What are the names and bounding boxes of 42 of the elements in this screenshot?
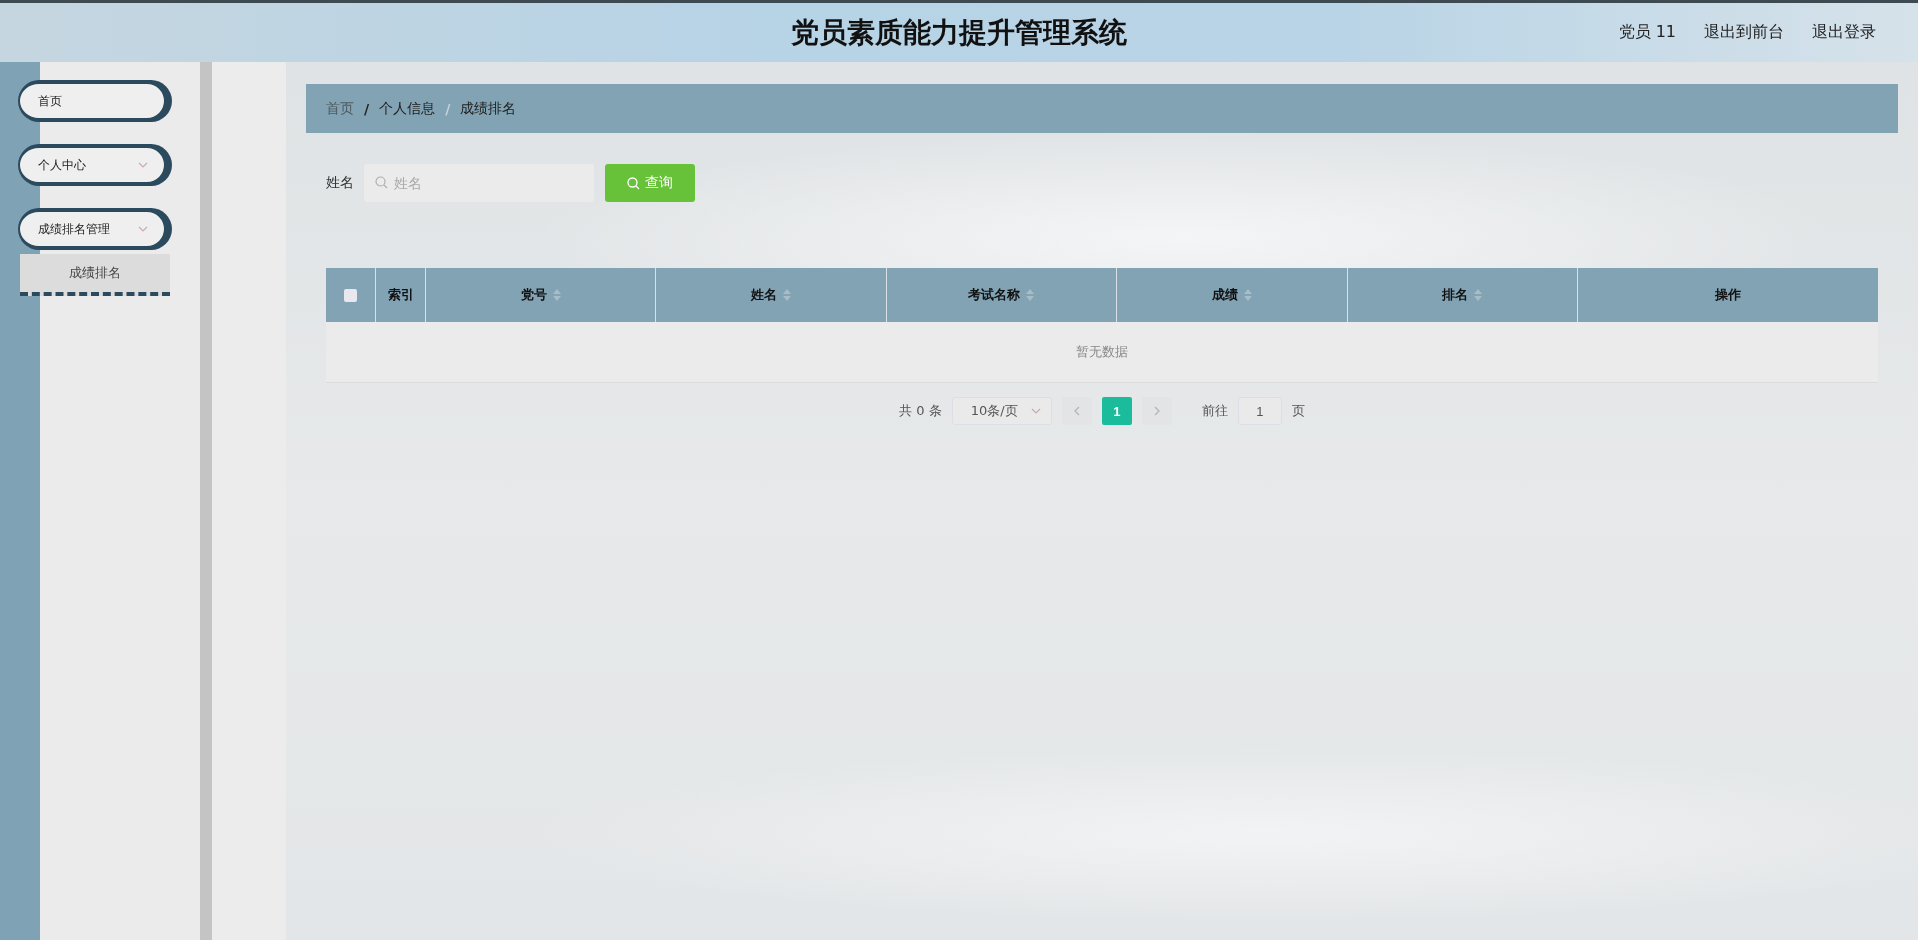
header-link[interactable]: 退出登录 [1812, 22, 1876, 43]
breadcrumb-separator: / [445, 100, 451, 117]
search-icon [627, 176, 640, 190]
prev-page-button[interactable] [1061, 397, 1092, 425]
select-all-checkbox[interactable] [344, 288, 357, 302]
column-header: 考试名称 [968, 286, 1021, 304]
name-search-field[interactable]: 姓名 [364, 164, 594, 202]
goto-page-input[interactable]: 1 [1237, 397, 1282, 425]
goto-label: 前往 [1201, 402, 1228, 420]
column-header: 排名 [1442, 286, 1469, 304]
header-link[interactable]: 退出到前台 [1704, 22, 1784, 43]
column-header: 索引 [387, 286, 414, 304]
page-suffix: 页 [1291, 402, 1305, 420]
system-title: 党员素质能力提升管理系统 [791, 14, 1127, 51]
empty-message: 暂无数据 [1076, 343, 1128, 361]
sidebar-submenu-item[interactable]: 成绩排名 [20, 254, 170, 296]
sidebar-menu-item[interactable]: 首页 [18, 80, 168, 122]
search-label: 姓名 [326, 174, 354, 192]
breadcrumb-separator: / [364, 100, 370, 117]
sidebar-menu-item[interactable]: 个人中心 [18, 144, 168, 186]
sort-icon[interactable] [552, 289, 561, 301]
total-count: 共 0 条 [899, 402, 942, 420]
next-page-button[interactable] [1141, 397, 1172, 425]
breadcrumb-link[interactable]: 成绩排名 [460, 99, 517, 118]
sort-icon[interactable] [783, 289, 792, 301]
page-size-select[interactable]: 10条/页 [951, 397, 1052, 425]
chevron-down-icon [1030, 408, 1041, 414]
chevron-down-icon [138, 162, 148, 168]
sort-icon[interactable] [1243, 289, 1252, 301]
chevron-down-icon [138, 226, 148, 232]
sort-icon[interactable] [1026, 289, 1035, 301]
scrollbar[interactable] [200, 62, 212, 940]
sort-icon[interactable] [1474, 289, 1483, 301]
sidebar-menu-item[interactable]: 成绩排名管理 [18, 208, 168, 250]
column-header: 姓名 [751, 286, 778, 304]
chevron-right-icon [1153, 406, 1160, 416]
chevron-left-icon [1073, 406, 1080, 416]
header-link[interactable]: 党员 11 [1618, 22, 1676, 43]
column-header: 党号 [520, 286, 547, 304]
column-header: 成绩 [1211, 286, 1238, 304]
column-header: 操作 [1715, 286, 1741, 304]
breadcrumb-link[interactable]: 个人信息 [379, 99, 436, 118]
